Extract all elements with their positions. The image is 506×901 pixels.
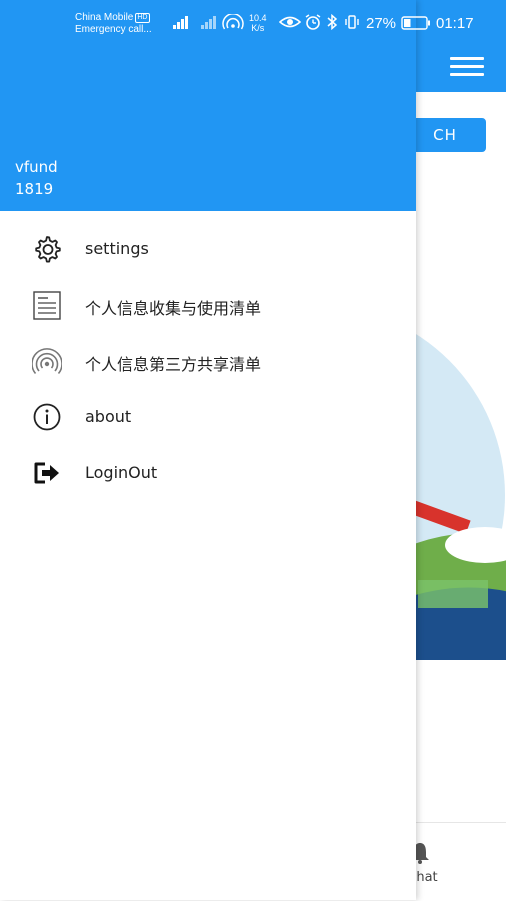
user-id: 1819 [15, 180, 54, 198]
menu-item-collection-list[interactable]: 个人信息收集与使用清单 [0, 277, 416, 333]
menu-line [450, 65, 484, 68]
hd-badge: HD [135, 13, 150, 23]
hotspot-icon [222, 14, 244, 30]
carrier-info: China Mobile HD Emergency call... [75, 12, 152, 36]
menu-item-label: about [85, 407, 132, 426]
net-speed: 10.4 K/s [249, 13, 267, 33]
battery-percent: 27% [366, 15, 397, 32]
signal-weak-icon [201, 16, 216, 29]
alarm-icon [305, 14, 321, 30]
battery-icon [401, 16, 430, 30]
menu-item-settings[interactable]: settings [0, 221, 416, 277]
navigation-drawer: vfund 1819 settings 个人信息收集与使用清单 个人信息第三方共… [0, 0, 416, 900]
search-button-label: CH [433, 126, 457, 144]
menu-item-label: LoginOut [85, 463, 158, 482]
net-speed-unit: K/s [251, 23, 265, 33]
bluetooth-icon [327, 14, 338, 30]
menu-item-third-party-share[interactable]: 个人信息第三方共享清单 [0, 333, 416, 389]
menu-button[interactable] [448, 54, 486, 80]
menu-item-label: settings [85, 239, 149, 258]
gear-icon [35, 236, 61, 263]
menu-item-about[interactable]: about [0, 389, 416, 445]
document-list-icon [33, 291, 61, 320]
status-bar: China Mobile HD Emergency call... 10.4 K/… [0, 0, 506, 44]
menu-line [450, 73, 484, 76]
clock: 01:17 [436, 15, 474, 32]
share-signal-icon [32, 348, 62, 375]
carrier-name: China Mobile [75, 12, 134, 23]
carrier-sub: Emergency call... [75, 24, 152, 35]
menu-line [450, 57, 484, 60]
menu-item-logout[interactable]: LoginOut [0, 445, 416, 501]
net-speed-value: 10.4 [249, 13, 267, 23]
eye-icon [279, 16, 301, 28]
vibrate-icon [345, 15, 359, 29]
menu-item-label: 个人信息收集与使用清单 [85, 299, 262, 318]
info-icon [33, 403, 61, 431]
signal-icon [173, 16, 188, 29]
user-name: vfund [15, 158, 58, 176]
logout-icon [34, 462, 59, 484]
menu-item-label: 个人信息第三方共享清单 [85, 355, 262, 374]
